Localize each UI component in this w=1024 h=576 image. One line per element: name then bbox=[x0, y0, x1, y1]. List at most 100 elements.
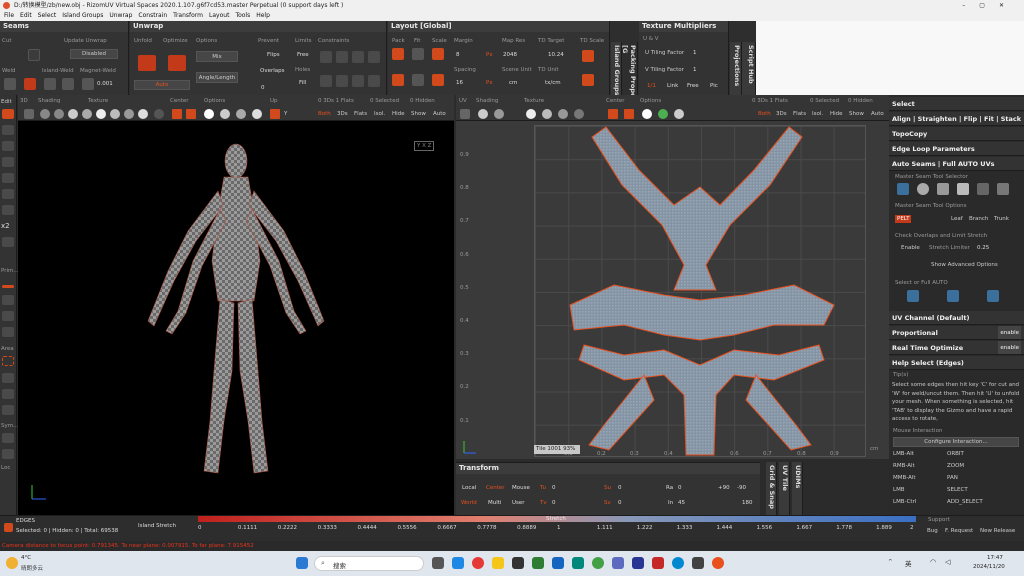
topocopy-section[interactable]: TopoCopy bbox=[889, 127, 1024, 141]
update-unwrap-select[interactable]: Disabled bbox=[70, 49, 118, 59]
vpuv-option-icon[interactable] bbox=[674, 109, 684, 119]
vpuv-3ds-button[interactable]: 3Ds bbox=[776, 109, 787, 119]
weld-all-icon[interactable] bbox=[24, 78, 36, 90]
island-weld-icon[interactable] bbox=[44, 78, 56, 90]
mix-select[interactable]: Mix bbox=[196, 51, 238, 62]
fit-options-icon[interactable] bbox=[412, 74, 424, 86]
trunk-button[interactable]: Trunk bbox=[994, 216, 1009, 222]
free-toggle[interactable]: Free bbox=[297, 52, 309, 58]
tab-uv-tile[interactable]: UV Tile bbox=[779, 462, 790, 515]
edge-loop-section[interactable]: Edge Loop Parameters bbox=[889, 142, 1024, 156]
vp3d-shaded-sphere-icon[interactable] bbox=[82, 109, 92, 119]
proportional-section[interactable]: Proportional enable bbox=[889, 326, 1024, 340]
menu-help[interactable]: Help bbox=[256, 11, 270, 21]
menu-layout[interactable]: Layout bbox=[209, 11, 229, 21]
tv-value[interactable]: 0 bbox=[552, 500, 556, 506]
bug-button[interactable]: Bug bbox=[927, 528, 938, 534]
magnet-weld-icon[interactable] bbox=[82, 78, 94, 90]
overlaps-toggle[interactable]: Overlaps bbox=[260, 68, 284, 74]
vp3d-3ds-button[interactable]: 3Ds bbox=[337, 109, 348, 119]
select-auto-icon[interactable] bbox=[907, 290, 919, 302]
vp3d-solid-sphere-icon[interactable] bbox=[68, 109, 78, 119]
island-stretch-select[interactable]: Island Stretch bbox=[138, 523, 176, 529]
pin-icon[interactable] bbox=[320, 51, 332, 63]
vpuv-shade-icon[interactable] bbox=[494, 109, 504, 119]
margin-px[interactable]: Px bbox=[486, 52, 493, 58]
align-section[interactable]: Align | Straighten | Flip | Fit | Stack bbox=[889, 112, 1024, 126]
vpuv-center-sel-icon[interactable] bbox=[624, 109, 634, 119]
help-select-section[interactable]: Help Select (Edges) bbox=[889, 356, 1024, 370]
tab-udims[interactable]: UDIMs bbox=[792, 462, 803, 515]
td-unit-value[interactable]: tx/cm bbox=[545, 80, 561, 86]
vp3d-checker-sphere-icon[interactable] bbox=[96, 109, 106, 119]
vp3d-option-sphere-icon[interactable] bbox=[220, 109, 230, 119]
vp3d-center-icon[interactable] bbox=[172, 109, 182, 119]
curve-icon[interactable] bbox=[368, 51, 380, 63]
vpuv-texture2-icon[interactable] bbox=[558, 109, 568, 119]
menu-unwrap[interactable]: Unwrap bbox=[109, 11, 132, 21]
wechat-icon[interactable] bbox=[592, 557, 604, 569]
uv-channel-section[interactable]: UV Channel (Default) bbox=[889, 311, 1024, 325]
leaf-button[interactable]: Leaf bbox=[951, 216, 963, 222]
input-language[interactable]: 英 bbox=[905, 558, 912, 568]
ratio-button[interactable]: 1/1 bbox=[647, 83, 656, 89]
vp3d-light-sphere-icon[interactable] bbox=[124, 109, 134, 119]
freehand-icon[interactable] bbox=[2, 405, 14, 415]
vp3d-center-sel-icon[interactable] bbox=[186, 109, 196, 119]
fill-toggle[interactable]: Fill bbox=[299, 80, 306, 86]
pack-icon[interactable] bbox=[392, 48, 404, 60]
vp3d-light-icon[interactable] bbox=[204, 109, 214, 119]
seam-select-icon[interactable] bbox=[897, 183, 909, 195]
pack-options-icon[interactable] bbox=[392, 74, 404, 86]
line-select-icon[interactable] bbox=[2, 285, 14, 288]
rizomuv-taskbar-icon[interactable] bbox=[712, 557, 724, 569]
tu-value[interactable]: 0 bbox=[552, 485, 556, 491]
menu-constrain[interactable]: Constrain bbox=[138, 11, 167, 21]
vp3d-show-button[interactable]: Show bbox=[411, 109, 426, 119]
browser-icon[interactable] bbox=[672, 557, 684, 569]
margin-value[interactable]: 8 bbox=[456, 52, 460, 58]
app-icon-dark[interactable] bbox=[692, 557, 704, 569]
new-release-button[interactable]: New Release bbox=[980, 528, 1015, 534]
enable-toggle[interactable]: Enable bbox=[901, 245, 920, 251]
vp3d-isol-button[interactable]: Isol. bbox=[374, 109, 385, 119]
unity-icon[interactable] bbox=[512, 557, 524, 569]
vpuv-center-icon[interactable] bbox=[608, 109, 618, 119]
vpuv-color-icon[interactable] bbox=[658, 109, 668, 119]
vpuv-show-button[interactable]: Show bbox=[849, 109, 864, 119]
local-button[interactable]: Local bbox=[462, 485, 476, 491]
flips-toggle[interactable]: Flips bbox=[267, 52, 280, 58]
vp3d-option-sphere2-icon[interactable] bbox=[236, 109, 246, 119]
td-target-value[interactable]: 10.24 bbox=[548, 52, 564, 58]
plus90-button[interactable]: +90 bbox=[718, 485, 730, 491]
v-tiling-value[interactable]: 1 bbox=[693, 67, 697, 73]
multi-button[interactable]: Multi bbox=[488, 500, 501, 506]
star-icon[interactable] bbox=[2, 295, 14, 305]
paint-select-icon[interactable] bbox=[2, 389, 14, 399]
edge-browser-icon[interactable] bbox=[452, 557, 464, 569]
rect-select-icon[interactable] bbox=[2, 356, 14, 366]
sphere-icon[interactable] bbox=[2, 237, 14, 247]
vpuv-auto-button[interactable]: Auto bbox=[871, 109, 884, 119]
maya-icon[interactable] bbox=[572, 557, 584, 569]
magnet-weld-value[interactable]: 0.001 bbox=[97, 81, 113, 87]
grid-constraint-icon[interactable] bbox=[368, 75, 380, 87]
start-icon[interactable] bbox=[296, 557, 308, 569]
vp3d-auto-button[interactable]: Auto bbox=[433, 109, 446, 119]
feature-request-button[interactable]: F. Request bbox=[945, 528, 973, 534]
sphere-seam-icon[interactable] bbox=[917, 183, 929, 195]
explorer-icon[interactable] bbox=[492, 557, 504, 569]
link-seam-icon[interactable] bbox=[997, 183, 1009, 195]
edges-mode-icon[interactable] bbox=[4, 523, 13, 532]
vp3d-flats-button[interactable]: Flats bbox=[354, 109, 367, 119]
sv-value[interactable]: 0 bbox=[618, 500, 622, 506]
scale-options-icon[interactable] bbox=[432, 74, 444, 86]
vp3d-up-value[interactable]: Y bbox=[284, 109, 287, 119]
menu-edit[interactable]: Edit bbox=[20, 11, 32, 21]
scale-icon[interactable] bbox=[432, 48, 444, 60]
menu-transform[interactable]: Transform bbox=[173, 11, 203, 21]
world-button[interactable]: World bbox=[461, 500, 477, 506]
rotate180-button[interactable]: 180 bbox=[742, 500, 753, 506]
vpuv-texture3-icon[interactable] bbox=[574, 109, 584, 119]
auto-seams-section[interactable]: Auto Seams | Full AUTO UVs bbox=[889, 157, 1024, 171]
